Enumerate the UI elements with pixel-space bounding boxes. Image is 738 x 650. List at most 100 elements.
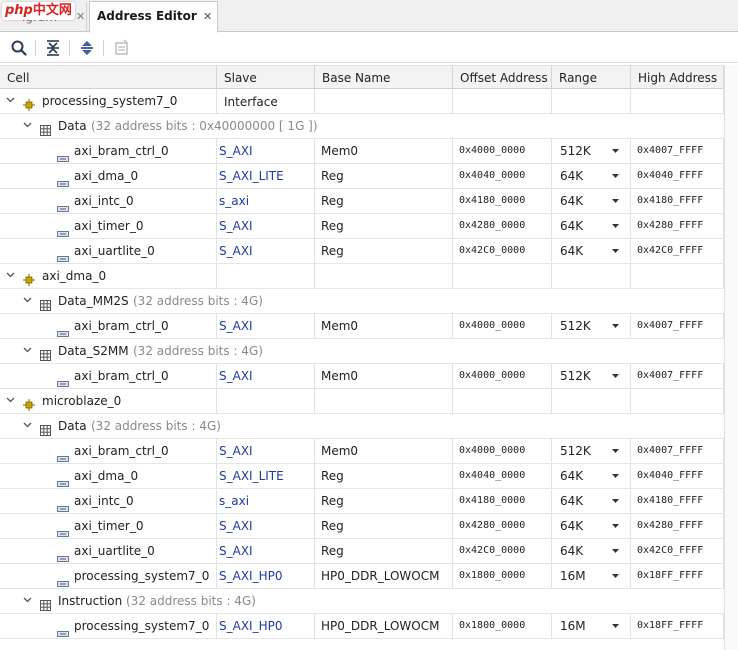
offset-address-field[interactable]: 0x4000_0000 (453, 439, 552, 463)
slave-interface-link[interactable]: S_AXI_LITE (217, 464, 315, 488)
slave-interface-link[interactable]: S_AXI (217, 364, 315, 388)
segment-cell[interactable]: axi_bram_ctrl_0 (0, 439, 217, 463)
address-space-cell[interactable]: Data_MM2S (32 address bits : 4G) (0, 289, 453, 313)
slave-interface-link[interactable]: S_AXI_HP0 (217, 564, 315, 588)
offset-address-field[interactable]: 0x4280_0000 (453, 214, 552, 238)
segment-cell[interactable]: processing_system7_0 (0, 564, 217, 588)
expand-all-icon[interactable] (78, 39, 96, 57)
chevron-down-icon[interactable] (612, 164, 619, 188)
address-space-cell[interactable]: Data (32 address bits : 4G) (0, 414, 453, 438)
table-row[interactable]: axi_dma_0 S_AXI_LITE Reg 0x4040_0000 64K 0x40… (0, 164, 724, 189)
collapse-all-icon[interactable] (44, 39, 62, 57)
tab-address-editor[interactable]: Address Editor ✕ (89, 1, 218, 33)
chevron-down-icon[interactable] (612, 564, 619, 588)
table-row[interactable]: axi_bram_ctrl_0 S_AXI Mem0 0x4000_0000 512K 0… (0, 439, 724, 464)
segment-cell[interactable]: axi_intc_0 (0, 189, 217, 213)
segment-cell[interactable]: axi_timer_0 (0, 214, 217, 238)
range-dropdown[interactable]: 512K (552, 314, 631, 338)
offset-address-field[interactable]: 0x4040_0000 (453, 164, 552, 188)
range-dropdown[interactable]: 512K (552, 439, 631, 463)
slave-interface-link[interactable]: S_AXI (217, 514, 315, 538)
table-row[interactable]: axi_uartlite_0 S_AXI Reg 0x42C0_0000 64K 0x42… (0, 239, 724, 264)
address-space-cell[interactable]: Instruction (32 address bits : 4G) (0, 589, 453, 613)
segment-cell[interactable]: processing_system7_0 (0, 614, 217, 638)
chevron-down-icon[interactable] (21, 289, 33, 313)
chevron-down-icon[interactable] (4, 389, 16, 413)
vertical-scrollbar[interactable] (724, 65, 738, 650)
table-row[interactable]: axi_intc_0 s_axi Reg 0x4180_0000 64K 0x4180_F… (0, 189, 724, 214)
chevron-down-icon[interactable] (612, 214, 619, 238)
offset-address-field[interactable]: 0x4180_0000 (453, 189, 552, 213)
slave-interface-link[interactable]: S_AXI (217, 139, 315, 163)
range-dropdown[interactable]: 16M (552, 564, 631, 588)
master-row[interactable]: processing_system7_0 (0, 89, 724, 114)
table-row[interactable]: axi_uartlite_0 S_AXI Reg 0x42C0_0000 64K 0x42… (0, 539, 724, 564)
chevron-down-icon[interactable] (612, 464, 619, 488)
chevron-down-icon[interactable] (612, 139, 619, 163)
chevron-down-icon[interactable] (21, 589, 33, 613)
table-row[interactable]: axi_bram_ctrl_0 S_AXI Mem0 0x4000_0000 512K 0… (0, 364, 724, 389)
offset-address-field[interactable]: 0x4000_0000 (453, 139, 552, 163)
chevron-down-icon[interactable] (21, 339, 33, 363)
tab-diagram-close-icon[interactable]: ✕ (76, 10, 85, 23)
chevron-down-icon[interactable] (21, 414, 33, 438)
address-space-row[interactable]: Data_MM2S (32 address bits : 4G) (0, 289, 724, 314)
segment-cell[interactable]: axi_uartlite_0 (0, 539, 217, 563)
offset-address-field[interactable]: 0x1800_0000 (453, 564, 552, 588)
address-space-row[interactable]: Data_S2MM (32 address bits : 4G) (0, 339, 724, 364)
segment-cell[interactable]: axi_dma_0 (0, 164, 217, 188)
address-space-cell[interactable]: Data_S2MM (32 address bits : 4G) (0, 339, 453, 363)
offset-address-field[interactable]: 0x1800_0000 (453, 614, 552, 638)
table-row[interactable]: axi_timer_0 S_AXI Reg 0x4280_0000 64K 0x4280_… (0, 514, 724, 539)
offset-address-field[interactable]: 0x42C0_0000 (453, 239, 552, 263)
slave-interface-link[interactable]: S_AXI_HP0 (217, 614, 315, 638)
chevron-down-icon[interactable] (4, 264, 16, 288)
chevron-down-icon[interactable] (4, 89, 16, 113)
chevron-down-icon[interactable] (612, 614, 619, 638)
offset-address-field[interactable]: 0x4040_0000 (453, 464, 552, 488)
segment-cell[interactable]: axi_intc_0 (0, 489, 217, 513)
slave-interface-link[interactable]: S_AXI (217, 439, 315, 463)
tab-address-editor-close-icon[interactable]: ✕ (203, 10, 212, 23)
auto-assign-icon[interactable] (113, 39, 131, 57)
master-row[interactable]: axi_dma_0 (0, 264, 724, 289)
address-space-row[interactable]: Data (32 address bits : 4G) (0, 414, 724, 439)
table-row[interactable]: axi_dma_0 S_AXI_LITE Reg 0x4040_0000 64K 0x40… (0, 464, 724, 489)
chevron-down-icon[interactable] (612, 539, 619, 563)
col-header-high-address[interactable]: High Address (631, 66, 724, 90)
chevron-down-icon[interactable] (21, 114, 33, 138)
slave-interface-link[interactable]: S_AXI (217, 539, 315, 563)
offset-address-field[interactable]: 0x4000_0000 (453, 364, 552, 388)
table-row[interactable]: axi_intc_0 s_axi Reg 0x4180_0000 64K 0x4180_F… (0, 489, 724, 514)
table-row[interactable]: axi_bram_ctrl_0 S_AXI Mem0 0x4000_0000 512K 0… (0, 139, 724, 164)
segment-cell[interactable]: axi_bram_ctrl_0 (0, 314, 217, 338)
master-row[interactable]: microblaze_0 (0, 389, 724, 414)
range-dropdown[interactable]: 64K (552, 239, 631, 263)
chevron-down-icon[interactable] (612, 239, 619, 263)
master-cell[interactable]: microblaze_0 (0, 389, 217, 413)
segment-cell[interactable]: axi_bram_ctrl_0 (0, 364, 217, 388)
slave-interface-link[interactable]: S_AXI_LITE (217, 164, 315, 188)
col-header-range[interactable]: Range (552, 66, 631, 90)
offset-address-field[interactable]: 0x4180_0000 (453, 489, 552, 513)
range-dropdown[interactable]: 64K (552, 514, 631, 538)
segment-cell[interactable]: axi_bram_ctrl_0 (0, 139, 217, 163)
segment-cell[interactable]: axi_timer_0 (0, 514, 217, 538)
search-icon[interactable] (10, 39, 28, 57)
table-row[interactable]: axi_bram_ctrl_0 S_AXI Mem0 0x4000_0000 512K 0… (0, 314, 724, 339)
chevron-down-icon[interactable] (612, 364, 619, 388)
col-header-cell[interactable]: Cell (0, 66, 217, 90)
col-header-slave-interface[interactable]: Slave Interface (217, 66, 315, 109)
table-row[interactable]: axi_timer_0 S_AXI Reg 0x4280_0000 64K 0x4280_… (0, 214, 724, 239)
slave-interface-link[interactable]: s_axi (217, 489, 315, 513)
range-dropdown[interactable]: 512K (552, 364, 631, 388)
table-row[interactable]: processing_system7_0 S_AXI_HP0 HP0_DDR_LOW… (0, 564, 724, 589)
range-dropdown[interactable]: 512K (552, 139, 631, 163)
slave-interface-link[interactable]: S_AXI (217, 214, 315, 238)
slave-interface-link[interactable]: s_axi (217, 189, 315, 213)
table-row[interactable]: processing_system7_0 S_AXI_HP0 HP0_DDR_LOW… (0, 614, 724, 639)
offset-address-field[interactable]: 0x4280_0000 (453, 514, 552, 538)
segment-cell[interactable]: axi_dma_0 (0, 464, 217, 488)
segment-cell[interactable]: axi_uartlite_0 (0, 239, 217, 263)
col-header-offset-address[interactable]: Offset Address (453, 66, 552, 90)
